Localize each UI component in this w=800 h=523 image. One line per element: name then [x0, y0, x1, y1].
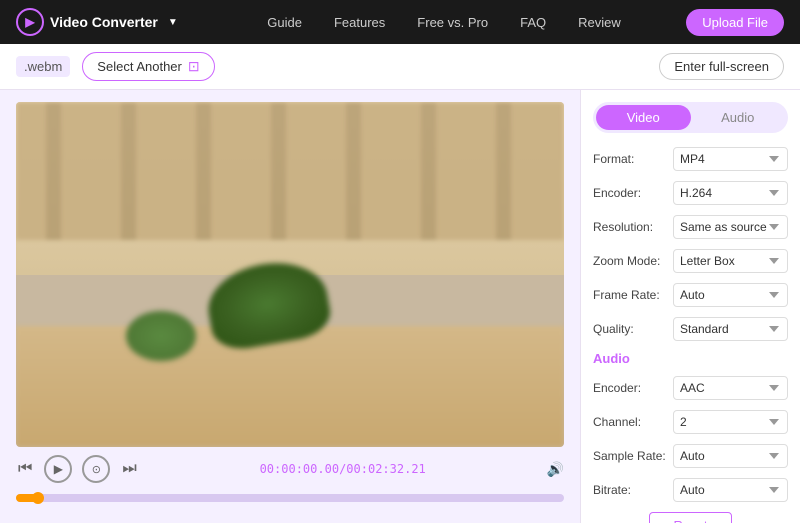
tab-video[interactable]: Video	[596, 105, 691, 130]
select-another-button[interactable]: Select Another ⊡	[82, 52, 214, 81]
progress-fill	[16, 494, 38, 502]
progress-track[interactable]	[16, 494, 564, 502]
format-select[interactable]: MP4AVIMOVMKV	[673, 147, 788, 171]
channel-select[interactable]: 216	[673, 410, 788, 434]
navbar: ▶ Video Converter ▼ Guide Features Free …	[0, 0, 800, 44]
audio-encoder-row: Encoder: AACMP3FLAC	[593, 376, 788, 400]
frame-rate-row: Frame Rate: Auto243060	[593, 283, 788, 307]
resolution-select[interactable]: Same as source1080p720p480p	[673, 215, 788, 239]
audio-section-label: Audio	[593, 351, 788, 366]
app-logo[interactable]: ▶ Video Converter ▼	[16, 8, 178, 36]
tab-audio[interactable]: Audio	[691, 105, 786, 130]
toolbar: .webm Select Another ⊡ Enter full-screen	[0, 44, 800, 90]
bitrate-select[interactable]: Auto128k256k320k	[673, 478, 788, 502]
quality-row: Quality: StandardHighUltra	[593, 317, 788, 341]
bitrate-row: Bitrate: Auto128k256k320k	[593, 478, 788, 502]
settings-tab-bar: Video Audio	[593, 102, 788, 133]
select-another-label: Select Another	[97, 59, 182, 74]
play-button[interactable]: ▶	[44, 455, 72, 483]
frame-rate-select[interactable]: Auto243060	[673, 283, 788, 307]
playback-controls-row: ⏮ ▶ ⊙ ⏭ 00:00:00.00/00:02:32.21 🔊	[16, 455, 564, 483]
bitrate-label: Bitrate:	[593, 483, 673, 497]
rewind-button[interactable]: ⏮	[16, 458, 34, 480]
nav-faq[interactable]: FAQ	[520, 15, 546, 30]
time-display: 00:00:00.00/00:02:32.21	[149, 462, 537, 476]
current-time: 00:00:00.00	[260, 462, 339, 476]
snapshot-button[interactable]: ⊙	[82, 455, 110, 483]
quality-label: Quality:	[593, 322, 673, 336]
logo-icon: ▶	[16, 8, 44, 36]
audio-encoder-label: Encoder:	[593, 381, 673, 395]
nav-free-vs-pro[interactable]: Free vs. Pro	[417, 15, 488, 30]
fullscreen-button[interactable]: Enter full-screen	[659, 53, 784, 80]
navbar-links: Guide Features Free vs. Pro FAQ Review	[202, 15, 686, 30]
volume-icon[interactable]: 🔊	[547, 461, 564, 478]
frame-rate-label: Frame Rate:	[593, 288, 673, 302]
encoder-row: Encoder: H.264H.265VP9	[593, 181, 788, 205]
app-dropdown-icon[interactable]: ▼	[168, 17, 178, 28]
encoder-label: Encoder:	[593, 186, 673, 200]
sample-rate-row: Sample Rate: Auto4410048000	[593, 444, 788, 468]
zoom-mode-label: Zoom Mode:	[593, 254, 673, 268]
encoder-select[interactable]: H.264H.265VP9	[673, 181, 788, 205]
progress-bar-container[interactable]	[16, 489, 564, 507]
sample-rate-label: Sample Rate:	[593, 449, 673, 463]
format-label: Format:	[593, 152, 673, 166]
zoom-mode-select[interactable]: Letter BoxCropStretch	[673, 249, 788, 273]
resolution-label: Resolution:	[593, 220, 673, 234]
zoom-mode-row: Zoom Mode: Letter BoxCropStretch	[593, 249, 788, 273]
channel-row: Channel: 216	[593, 410, 788, 434]
next-frame-button[interactable]: ⏭	[120, 458, 138, 480]
sample-rate-select[interactable]: Auto4410048000	[673, 444, 788, 468]
resolution-row: Resolution: Same as source1080p720p480p	[593, 215, 788, 239]
ground-layer	[16, 326, 564, 447]
reset-button[interactable]: Reset	[649, 512, 733, 523]
total-time: 00:02:32.21	[346, 462, 425, 476]
upload-file-button[interactable]: Upload File	[686, 9, 784, 36]
nav-features[interactable]: Features	[334, 15, 385, 30]
nav-guide[interactable]: Guide	[267, 15, 302, 30]
app-name: Video Converter	[50, 14, 158, 30]
format-row: Format: MP4AVIMOVMKV	[593, 147, 788, 171]
video-panel: ⏮ ▶ ⊙ ⏭ 00:00:00.00/00:02:32.21 🔊	[0, 90, 580, 523]
settings-panel: Video Audio Format: MP4AVIMOVMKV Encoder…	[580, 90, 800, 523]
nav-review[interactable]: Review	[578, 15, 621, 30]
file-name-label: .webm	[16, 56, 70, 77]
tree-layer-2	[126, 311, 196, 361]
arch-layer	[16, 102, 564, 240]
audio-encoder-select[interactable]: AACMP3FLAC	[673, 376, 788, 400]
channel-label: Channel:	[593, 415, 673, 429]
main-content: ⏮ ▶ ⊙ ⏭ 00:00:00.00/00:02:32.21 🔊	[0, 90, 800, 523]
monitor-icon: ⊡	[188, 58, 200, 75]
video-preview-area	[16, 102, 564, 447]
quality-select[interactable]: StandardHighUltra	[673, 317, 788, 341]
progress-thumb	[32, 492, 44, 504]
video-controls: ⏮ ▶ ⊙ ⏭ 00:00:00.00/00:02:32.21 🔊	[16, 447, 564, 511]
